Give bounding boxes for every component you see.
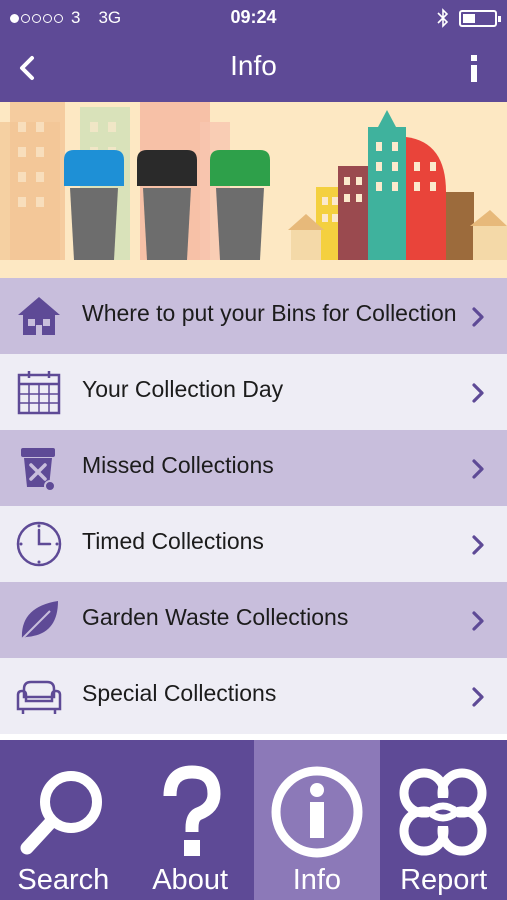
info-button[interactable] xyxy=(459,48,489,88)
status-right xyxy=(437,8,501,28)
menu-item-special-collections[interactable]: Special Collections xyxy=(0,658,507,734)
menu-item-label: Where to put your Bins for Collection xyxy=(82,300,457,326)
crossed-bin-icon xyxy=(21,448,56,492)
menu-item-collection-day[interactable]: Your Collection Day xyxy=(0,354,507,430)
chevron-right-icon xyxy=(472,307,484,327)
chevron-right-icon xyxy=(472,611,484,631)
tab-label: Search xyxy=(17,864,110,896)
tab-label: About xyxy=(152,864,229,896)
menu-item-label: Garden Waste Collections xyxy=(82,604,349,630)
menu-item-label: Special Collections xyxy=(82,680,277,706)
menu-item-garden-waste[interactable]: Garden Waste Collections xyxy=(0,582,507,658)
clock-icon xyxy=(16,521,62,567)
info-i-icon xyxy=(471,55,477,82)
menu-item-timed-collections[interactable]: Timed Collections xyxy=(0,506,507,582)
status-time: 09:24 xyxy=(230,7,277,27)
city-bins-illustration xyxy=(0,102,507,278)
status-bar: 3 3G 09:24 xyxy=(0,0,507,34)
info-icon xyxy=(271,766,362,858)
menu-item-label: Missed Collections xyxy=(82,452,274,478)
tab-search[interactable]: Search xyxy=(0,740,127,900)
menu-item-bin-placement[interactable]: Where to put your Bins for Collection xyxy=(0,278,507,354)
tab-label: Report xyxy=(400,864,488,896)
leaf-icon xyxy=(21,601,58,640)
sofa-icon xyxy=(16,680,62,714)
chevron-right-icon xyxy=(472,383,484,403)
tab-bar: Search About Info Report xyxy=(0,740,507,900)
menu-item-missed-collections[interactable]: Missed Collections xyxy=(0,430,507,506)
calendar-icon xyxy=(17,371,61,415)
banner-image xyxy=(0,102,507,278)
house-icon xyxy=(18,297,60,335)
nav-bar: Info xyxy=(0,34,507,102)
tab-about[interactable]: About xyxy=(127,740,254,900)
page-title: Info xyxy=(230,50,277,81)
chevron-right-icon xyxy=(472,687,484,707)
menu-item-label: Your Collection Day xyxy=(82,376,284,402)
report-knot-icon xyxy=(399,768,487,856)
question-mark-icon xyxy=(163,765,221,856)
info-menu-list: Where to put your Bins for Collection Yo… xyxy=(0,278,507,734)
menu-item-label: Timed Collections xyxy=(82,528,264,554)
battery-icon xyxy=(459,9,501,27)
magnifier-icon xyxy=(20,771,102,855)
tab-info[interactable]: Info xyxy=(253,740,381,900)
bluetooth-icon xyxy=(437,8,449,28)
tab-label: Info xyxy=(292,864,342,896)
tab-report[interactable]: Report xyxy=(380,740,507,900)
chevron-right-icon xyxy=(472,535,484,555)
chevron-right-icon xyxy=(472,459,484,479)
